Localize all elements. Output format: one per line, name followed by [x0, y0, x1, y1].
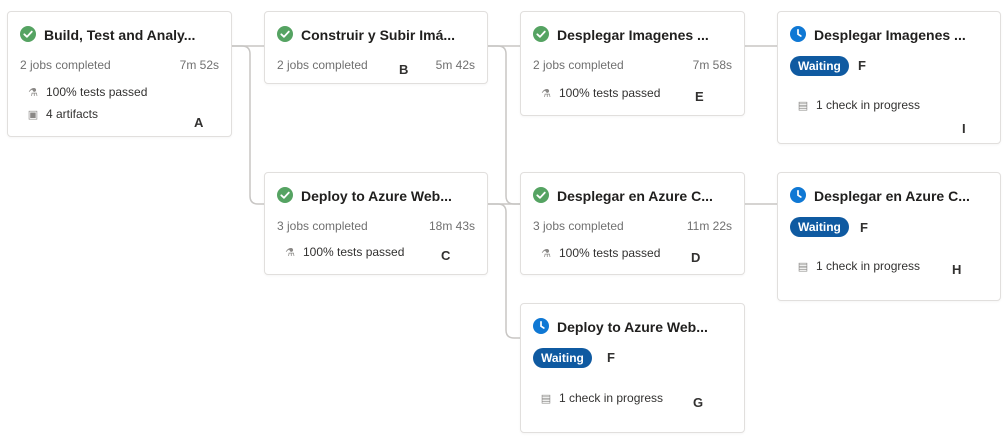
stage-card[interactable]: Desplegar Imagenes ... 2 jobs completed 7m… — [520, 11, 745, 116]
flask-icon: ⚗ — [541, 248, 551, 260]
row-text: 100% tests passed — [46, 85, 148, 99]
stage-card[interactable]: Desplegar en Azure C... Waiting F ▤ 1 check … — [777, 172, 1001, 301]
stage-title: Construir y Subir Imá... — [301, 27, 456, 43]
stage-duration: 7m 52s — [179, 58, 219, 72]
waiting-clock-icon — [533, 318, 549, 334]
stage-duration: 11m 22s — [686, 219, 732, 233]
stage-tag-letter: D — [691, 250, 701, 265]
checks-row[interactable]: ▤ 1 check in progress — [796, 259, 920, 273]
stage-card[interactable]: Desplegar en Azure C... 3 jobs completed 1… — [520, 172, 745, 275]
check-doc-icon: ▤ — [797, 261, 809, 273]
stage-title: Deploy to Azure Web... — [557, 319, 708, 335]
jobs-completed: 2 jobs completed — [277, 58, 368, 72]
flask-icon: ⚗ — [285, 247, 295, 259]
row-text: 1 check in progress — [816, 98, 921, 112]
jobs-completed: 3 jobs completed — [277, 219, 368, 233]
stage-title: Build, Test and Analy... — [44, 27, 196, 43]
check-doc-icon: ▤ — [797, 100, 809, 112]
flask-icon: ⚗ — [28, 87, 38, 99]
row-text: 100% tests passed — [559, 246, 661, 260]
waiting-clock-icon — [790, 26, 806, 42]
stage-title: Desplegar en Azure C... — [814, 188, 970, 204]
row-text: 1 check in progress — [816, 259, 921, 273]
stage-title: Deploy to Azure Web... — [301, 188, 452, 204]
stage-title: Desplegar Imagenes ... — [814, 27, 966, 43]
success-check-icon — [277, 187, 293, 203]
stage-duration: 18m 43s — [428, 219, 475, 233]
row-text: 100% tests passed — [303, 245, 405, 259]
success-check-icon — [277, 26, 293, 42]
row-text: 1 check in progress — [559, 391, 664, 405]
success-check-icon — [533, 187, 549, 203]
jobs-completed: 2 jobs completed — [20, 58, 111, 72]
success-check-icon — [533, 26, 549, 42]
connector-a-c — [232, 45, 264, 205]
waiting-clock-icon — [790, 187, 806, 203]
stage-title: Desplegar en Azure C... — [557, 188, 713, 204]
stage-card[interactable]: Construir y Subir Imá... 2 jobs completed… — [264, 11, 488, 84]
checks-row[interactable]: ▤ 1 check in progress — [796, 98, 920, 112]
stage-duration: 5m 42s — [435, 58, 475, 72]
stage-tag-letter: I — [962, 121, 966, 136]
stage-tag-letter: E — [695, 89, 704, 104]
connector-b-d — [488, 45, 520, 205]
tests-row[interactable]: ⚗ 100% tests passed — [26, 85, 147, 99]
row-text: 100% tests passed — [559, 86, 661, 100]
connector-c-g — [488, 203, 520, 339]
waiting-badge: Waiting — [533, 348, 592, 368]
stage-title: Desplegar Imagenes ... — [557, 27, 709, 43]
stage-tag-letter: H — [952, 262, 962, 277]
jobs-completed: 3 jobs completed — [533, 219, 624, 233]
success-check-icon — [20, 26, 36, 42]
stage-tag-letter: B — [399, 62, 409, 77]
flask-icon: ⚗ — [541, 88, 551, 100]
jobs-completed: 2 jobs completed — [533, 58, 624, 72]
stage-tag-letter: G — [693, 395, 704, 410]
check-doc-icon: ▤ — [540, 393, 552, 405]
stage-card[interactable]: Deploy to Azure Web... 3 jobs completed 18… — [264, 172, 488, 275]
stage-tag-letter: C — [441, 248, 451, 263]
waiting-tag-letter: F — [860, 220, 868, 235]
stage-card[interactable]: Deploy to Azure Web... Waiting F ▤ 1 check i… — [520, 303, 745, 433]
stage-card[interactable]: Build, Test and Analy... 2 jobs completed… — [7, 11, 232, 137]
tests-row[interactable]: ⚗ 100% tests passed — [539, 86, 660, 100]
row-text: 4 artifacts — [46, 107, 99, 121]
checks-row[interactable]: ▤ 1 check in progress — [539, 391, 663, 405]
stage-card[interactable]: Desplegar Imagenes ... Waiting F ▤ 1 check i… — [777, 11, 1001, 144]
artifacts-row[interactable]: ▣ 4 artifacts — [26, 107, 98, 121]
stage-tag-letter: A — [194, 115, 204, 130]
tests-row[interactable]: ⚗ 100% tests passed — [283, 245, 404, 259]
waiting-badge: Waiting — [790, 56, 849, 76]
waiting-badge: Waiting — [790, 217, 849, 237]
waiting-tag-letter: F — [607, 350, 615, 365]
tests-row[interactable]: ⚗ 100% tests passed — [539, 246, 660, 260]
artifact-icon: ▣ — [27, 109, 39, 121]
stage-duration: 7m 58s — [692, 58, 732, 72]
waiting-tag-letter: F — [858, 58, 866, 73]
